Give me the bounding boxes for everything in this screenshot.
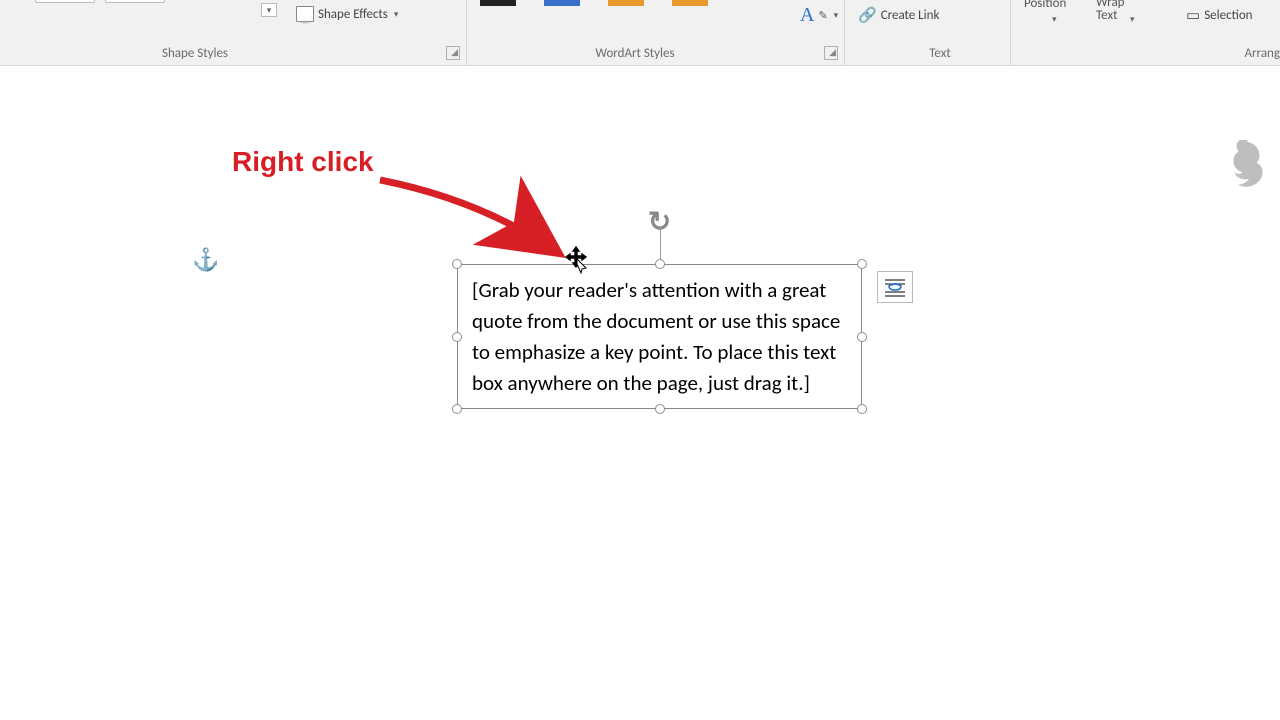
position-label[interactable]: Position	[1024, 0, 1066, 11]
create-link-label: Create Link	[881, 8, 940, 23]
group-separator	[466, 0, 467, 65]
resize-handle[interactable]	[452, 259, 462, 269]
selection-pane-button[interactable]: ▭ Selection	[1186, 6, 1253, 25]
wrap-text-label[interactable]: Wrap Text	[1096, 0, 1146, 22]
create-link-button[interactable]: 🔗 Create Link	[858, 6, 939, 25]
resize-handle[interactable]	[452, 332, 462, 342]
group-separator	[844, 0, 845, 65]
text-effects-icon: A	[800, 4, 814, 27]
shape-effects-button[interactable]: Shape Effects ▾	[296, 6, 398, 22]
textbox-content[interactable]: [Grab your reader's attention with a gre…	[457, 264, 862, 409]
shape-effects-label: Shape Effects	[318, 7, 388, 22]
watermark-icon	[1226, 140, 1270, 190]
gallery-more-dropdown[interactable]: ▾	[261, 3, 277, 17]
text-effects-button[interactable]: A ✎ ▾	[800, 4, 838, 27]
annotation-label: Right click	[232, 146, 374, 178]
anchor-icon[interactable]: ⚓	[192, 246, 219, 273]
shape-styles-dialog-launcher[interactable]: ◢	[446, 46, 460, 60]
group-separator	[1010, 0, 1011, 65]
resize-handle[interactable]	[857, 259, 867, 269]
link-icon: 🔗	[858, 6, 877, 25]
wordart-dialog-launcher[interactable]: ◢	[824, 46, 838, 60]
document-page[interactable]: ⚓ Right click ↻ [Grab your reader's atte…	[42, 66, 1280, 720]
chevron-down-icon[interactable]: ▾	[1050, 14, 1057, 25]
document-area: ⚓ Right click ↻ [Grab your reader's atte…	[0, 66, 1280, 720]
shape-effects-icon	[296, 6, 314, 22]
group-arrange: Arrang	[1200, 46, 1280, 61]
resize-handle[interactable]	[857, 404, 867, 414]
chevron-down-icon: ▾	[832, 10, 839, 21]
group-wordart-styles: WordArt Styles	[510, 46, 760, 61]
resize-handle[interactable]	[857, 332, 867, 342]
selection-pane-label: Selection	[1204, 8, 1252, 23]
resize-handle[interactable]	[452, 404, 462, 414]
wordart-gallery-partial[interactable]	[480, 0, 708, 6]
chevron-down-icon[interactable]: ▾	[1128, 14, 1135, 25]
shape-style-swatch[interactable]	[105, 0, 165, 3]
group-text: Text	[880, 46, 1000, 61]
selection-pane-icon: ▭	[1186, 6, 1200, 25]
resize-handle[interactable]	[655, 404, 665, 414]
group-shape-styles: Shape Styles	[80, 46, 310, 61]
ribbon: ▾ Shape Effects ▾ Shape Styles ◢ A ✎ ▾ W…	[0, 0, 1280, 66]
shape-style-swatch[interactable]	[35, 0, 95, 3]
layout-options-button[interactable]	[877, 271, 913, 303]
move-cursor-icon	[562, 246, 590, 274]
pen-icon: ✎	[818, 9, 827, 22]
resize-handle[interactable]	[655, 259, 665, 269]
chevron-down-icon: ▾	[392, 9, 399, 20]
textbox-object[interactable]: ↻ [Grab your reader's attention with a g…	[457, 264, 862, 409]
layout-options-icon	[883, 277, 907, 297]
